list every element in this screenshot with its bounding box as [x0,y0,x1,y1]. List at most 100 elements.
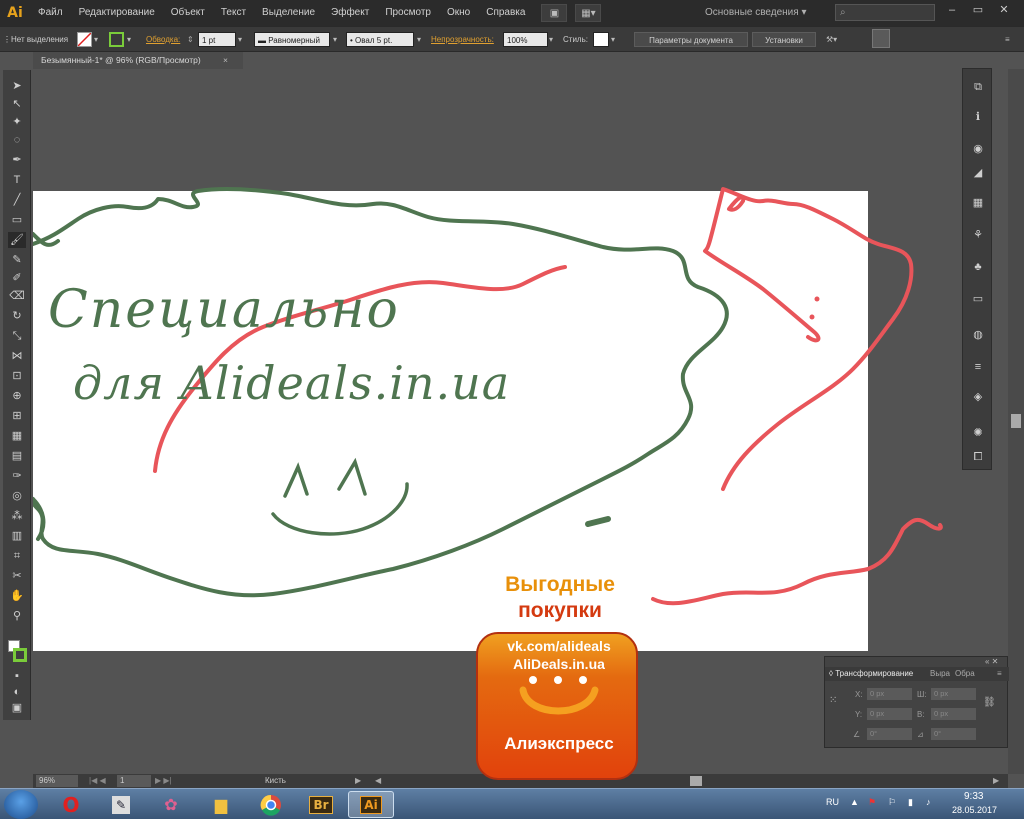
menu-edit[interactable]: Редактирование [71,0,163,26]
x-field[interactable]: 0 px [867,688,912,700]
notes-app-icon[interactable]: ✎ [98,791,144,818]
tab-pathfinder[interactable]: Обра [955,667,975,681]
opacity-dropdown[interactable]: ▾ [549,32,557,47]
lasso-tool-icon[interactable]: ◌ [8,132,26,148]
brush-dropdown[interactable]: ▾ [417,32,425,47]
menu-file[interactable]: Файл [30,0,71,26]
restore-button[interactable]: ▭ [966,2,990,18]
next-artboard-icon[interactable]: ▶ ▶| [155,774,172,788]
stroke-link[interactable]: Обводка: [146,32,180,47]
flag-icon[interactable]: ⚐ [888,797,896,808]
fill-swatch[interactable] [77,32,92,47]
selection-tool-icon[interactable]: ➤ [8,78,26,94]
document-setup-button[interactable]: Параметры документа [634,32,748,47]
symbols-icon[interactable]: ♣ [969,259,987,275]
scale-tool-icon[interactable]: ⤡ [8,328,26,344]
type-tool-icon[interactable]: T [8,172,26,188]
appearance-icon[interactable]: ◍ [969,327,987,343]
language-indicator[interactable]: RU [826,797,839,807]
slice-tool-icon[interactable]: ✂ [8,568,26,584]
first-artboard-icon[interactable]: |◀ ◀ [89,774,106,788]
stroke-swatch[interactable] [109,32,124,47]
minimize-button[interactable]: – [940,2,964,18]
explorer-icon[interactable]: ▆ [198,791,244,818]
artboard-tool-icon[interactable]: ⌗ [8,548,26,564]
menu-view[interactable]: Просмотр [377,0,439,26]
h-field[interactable]: 0 px [931,708,976,720]
panel-menu-icon[interactable]: ≡ [997,667,1002,681]
angle-field[interactable]: 0° [867,728,912,740]
network-icon[interactable]: ⚑ [868,797,876,808]
illustrator-app-icon[interactable]: Ai [348,791,394,818]
w-field[interactable]: 0 px [931,688,976,700]
magic-wand-tool-icon[interactable]: ✦ [8,114,26,130]
menu-object[interactable]: Объект [163,0,213,26]
artboards-panel-icon[interactable]: ⧉ [969,79,987,95]
layers-icon[interactable]: ◈ [969,389,987,405]
pen-tool-icon[interactable]: ✒ [8,152,26,168]
zoom-field[interactable]: 96% [36,775,78,787]
gradient-tool-icon[interactable]: ▤ [8,448,26,464]
volume-icon[interactable]: ♪ [926,797,931,807]
profile-dropdown[interactable]: ▾ [333,32,341,47]
paintbrush-tool-icon[interactable]: 🖌 [8,232,26,248]
stroke-weight-field[interactable]: 1 pt [198,32,236,47]
column-graph-tool-icon[interactable]: ▥ [8,528,26,544]
transparency-icon[interactable]: ✺ [969,425,987,441]
brush-definition[interactable]: • Овал 5 pt. [346,32,414,47]
vertical-scrollbar[interactable] [1008,69,1024,774]
gradient-panel-icon[interactable]: ▭ [969,291,987,307]
blob-brush-tool-icon[interactable]: ✐ [8,270,26,286]
horizontal-scroll-thumb[interactable] [690,776,702,786]
free-transform-tool-icon[interactable]: ⊡ [8,368,26,384]
links-icon[interactable]: ⧠ [969,449,987,465]
stroke-dropdown[interactable]: ▾ [127,32,135,47]
paint-app-icon[interactable]: ✿ [148,791,194,818]
menu-select[interactable]: Выделение [254,0,323,26]
chrome-icon[interactable] [248,791,294,818]
bridge-app-icon[interactable]: Br [298,791,344,818]
width-tool-icon[interactable]: ⋈ [8,348,26,364]
swatches-icon[interactable]: ▦ [969,195,987,211]
mesh-tool-icon[interactable]: ▦ [8,428,26,444]
y-field[interactable]: 0 px [867,708,912,720]
stroke-weight-dropdown[interactable]: ▾ [238,32,246,47]
menu-help[interactable]: Справка [478,0,533,26]
bridge-icon[interactable]: ▣ [541,4,568,22]
document-tab[interactable]: Безымянный-1* @ 96% (RGB/Просмотр) × [33,52,243,69]
collapse-panel-icon[interactable]: « ✕ [985,657,998,666]
brushes-icon[interactable]: ⚘ [969,227,987,243]
opacity-link[interactable]: Непрозрачность: [431,32,494,47]
preferences-button[interactable]: Установки [752,32,816,47]
style-dropdown[interactable]: ▾ [611,32,619,47]
perspective-grid-tool-icon[interactable]: ⊞ [8,408,26,424]
tray-expand-icon[interactable]: ▲ [850,797,859,807]
scroll-left-icon[interactable]: ◀ [375,774,381,788]
menu-effect[interactable]: Эффект [323,0,377,26]
menu-window[interactable]: Окно [439,0,478,26]
drawing-mode-icon[interactable]: ◐ [8,684,26,700]
close-tab-icon[interactable]: × [223,52,228,69]
clock-time[interactable]: 9:33 [964,791,983,802]
tab-align[interactable]: Выра [930,667,950,681]
save-icon[interactable] [872,29,890,48]
menu-type[interactable]: Текст [213,0,254,26]
opacity-field[interactable]: 100% [503,32,548,47]
arrange-documents-icon[interactable]: ▦▾ [575,4,602,22]
zoom-tool-icon[interactable]: ⚲ [8,608,26,624]
opera-icon[interactable]: O [48,791,94,818]
stroke-spinner-icon[interactable]: ⇕ [187,32,194,47]
symbol-sprayer-tool-icon[interactable]: ⁂ [8,508,26,524]
search-input[interactable]: ⌕ [835,4,935,21]
color-panel-icon[interactable]: ◢ [969,165,987,181]
arrange-icon[interactable]: ⚒▾ [826,32,837,47]
scroll-right-icon[interactable]: ▶ [993,774,999,788]
eraser-tool-icon[interactable]: ⌫ [8,288,26,304]
variable-width-profile[interactable]: ▬ Равномерный [254,32,330,47]
color-guide-icon[interactable]: ◉ [969,141,987,157]
clock-date[interactable]: 28.05.2017 [952,805,997,815]
close-button[interactable]: ✕ [992,2,1016,18]
rotate-tool-icon[interactable]: ↻ [8,308,26,324]
shear-field[interactable]: 0° [931,728,976,740]
start-button[interactable] [4,790,38,819]
